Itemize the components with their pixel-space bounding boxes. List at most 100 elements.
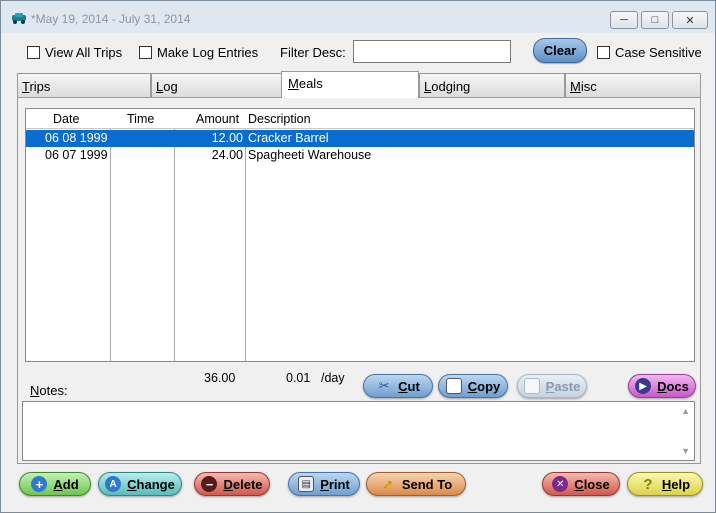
- close-window-button[interactable]: ✕: [672, 11, 708, 29]
- tab-label: odging: [431, 79, 471, 94]
- add-label: dd: [62, 476, 79, 492]
- change-hotkey: C: [127, 476, 137, 492]
- cut-hotkey: C: [398, 378, 408, 394]
- printer-icon: ▤: [298, 476, 315, 492]
- add-hotkey: A: [53, 476, 63, 492]
- close-icon: ✕: [685, 14, 695, 27]
- filter-desc-input[interactable]: [353, 40, 511, 63]
- maximize-button[interactable]: □: [641, 11, 669, 29]
- add-button[interactable]: + Add: [19, 472, 91, 496]
- tab-label: eals: [298, 76, 323, 91]
- send-to-label: Send To: [401, 476, 453, 492]
- tab-meals[interactable]: Meals: [281, 71, 419, 98]
- main-window: *May 19, 2014 - July 31, 2014 ─ □ ✕ View…: [0, 0, 716, 513]
- description-header[interactable]: Description: [248, 112, 311, 126]
- row-amount: 12.00: [211, 131, 243, 145]
- tab-label-hotkey: M: [288, 76, 299, 91]
- help-button[interactable]: ? Help: [627, 472, 703, 496]
- tab-misc[interactable]: Misc: [565, 73, 701, 97]
- case-sensitive-label: Case Sensitive: [615, 45, 702, 60]
- date-header[interactable]: Date: [53, 112, 79, 126]
- copy-hotkey: C: [467, 378, 478, 394]
- row-date: 06 07 1999: [45, 148, 108, 162]
- amount-header[interactable]: Amount: [196, 112, 239, 126]
- tab-label-hotkey: M: [570, 79, 581, 94]
- list-header: Date Time Amount Description: [26, 109, 694, 129]
- per-day-unit: /day: [321, 371, 345, 385]
- docs-button[interactable]: ▶ Docs: [628, 374, 696, 398]
- scroll-up-icon[interactable]: ▲: [681, 406, 690, 416]
- copy-button[interactable]: Copy: [438, 374, 508, 398]
- total-amount: 36.00: [204, 371, 236, 385]
- minimize-button[interactable]: ─: [610, 11, 638, 29]
- view-all-trips-label: View All Trips: [45, 45, 123, 60]
- checkbox-box[interactable]: [597, 46, 610, 59]
- meals-list[interactable]: Date Time Amount Description 06 08 1999 …: [25, 108, 695, 362]
- make-log-entries-label: Make Log Entries: [157, 45, 259, 60]
- row-date: 06 08 1999: [45, 131, 108, 145]
- per-day-amount: 0.01: [286, 371, 311, 385]
- checkbox-box[interactable]: [139, 46, 152, 59]
- add-icon: +: [31, 476, 48, 492]
- change-label: hange: [136, 476, 175, 492]
- delete-button[interactable]: − Delete: [194, 472, 270, 496]
- notes-hotkey: N: [30, 383, 40, 398]
- minimize-icon: ─: [620, 14, 628, 26]
- tab-label: rips: [29, 79, 51, 94]
- close-button[interactable]: ✕ Close: [542, 472, 620, 496]
- scroll-down-icon[interactable]: ▼: [681, 446, 690, 456]
- close-hotkey: C: [574, 476, 584, 492]
- copy-label: opy: [477, 378, 501, 394]
- filter-desc-label: Filter Desc:: [280, 45, 346, 60]
- row-amount: 24.00: [211, 148, 243, 162]
- delete-label: elete: [232, 476, 263, 492]
- tab-trips[interactable]: Trips: [17, 73, 151, 97]
- title-bar: *May 19, 2014 - July 31, 2014 ─ □ ✕: [1, 1, 715, 33]
- tab-label: og: [163, 79, 178, 94]
- window-title: *May 19, 2014 - July 31, 2014: [31, 12, 191, 26]
- tab-label: isc: [580, 79, 597, 94]
- paste-label: aste: [554, 378, 581, 394]
- paste-button[interactable]: Paste: [517, 374, 587, 398]
- notes-label-text: otes:: [39, 383, 68, 398]
- case-sensitive-checkbox[interactable]: Case Sensitive: [597, 45, 702, 60]
- paste-hotkey: P: [545, 378, 555, 394]
- tab-strip: Trips Log Meals Lodging Misc: [17, 71, 701, 98]
- row-description: Spagheeti Warehouse: [248, 148, 372, 162]
- time-header[interactable]: Time: [127, 112, 154, 126]
- help-hotkey: H: [661, 476, 672, 492]
- tab-log[interactable]: Log: [151, 73, 283, 97]
- copy-icon: [445, 378, 462, 394]
- close-circle-icon: ✕: [552, 476, 569, 492]
- table-row[interactable]: 06 07 1999 24.00 Spagheeti Warehouse: [26, 147, 694, 164]
- delete-hotkey: D: [223, 476, 233, 492]
- send-to-button[interactable]: ➚ Send To: [366, 472, 466, 496]
- make-log-entries-checkbox[interactable]: Make Log Entries: [139, 45, 258, 60]
- print-label: rint: [328, 476, 350, 492]
- view-all-trips-checkbox[interactable]: View All Trips: [27, 45, 122, 60]
- minus-icon: −: [201, 476, 218, 492]
- cut-button[interactable]: ✂ Cut: [363, 374, 433, 398]
- change-icon: A: [105, 476, 122, 492]
- print-hotkey: P: [320, 476, 329, 492]
- paste-icon: [523, 378, 540, 394]
- scissors-icon: ✂: [378, 378, 390, 393]
- arrow-icon: ➚: [381, 475, 394, 492]
- car-icon: [12, 13, 26, 24]
- change-button[interactable]: A Change: [98, 472, 182, 496]
- close-label: lose: [583, 476, 610, 492]
- maximize-icon: □: [651, 14, 659, 26]
- checkbox-box[interactable]: [27, 46, 40, 59]
- play-icon: ▶: [635, 378, 652, 394]
- tab-lodging[interactable]: Lodging: [419, 73, 565, 97]
- clear-button[interactable]: Clear: [533, 38, 587, 63]
- help-icon: ?: [643, 475, 653, 493]
- notes-label: Notes:: [30, 383, 68, 398]
- cut-label: ut: [407, 378, 420, 394]
- row-description: Cracker Barrel: [248, 131, 329, 145]
- help-label: elp: [671, 476, 691, 492]
- notes-textarea[interactable]: ▲ ▼: [22, 401, 695, 461]
- print-button[interactable]: ▤ Print: [288, 472, 360, 496]
- table-row[interactable]: 06 08 1999 12.00 Cracker Barrel: [26, 130, 694, 147]
- docs-label: ocs: [666, 378, 689, 394]
